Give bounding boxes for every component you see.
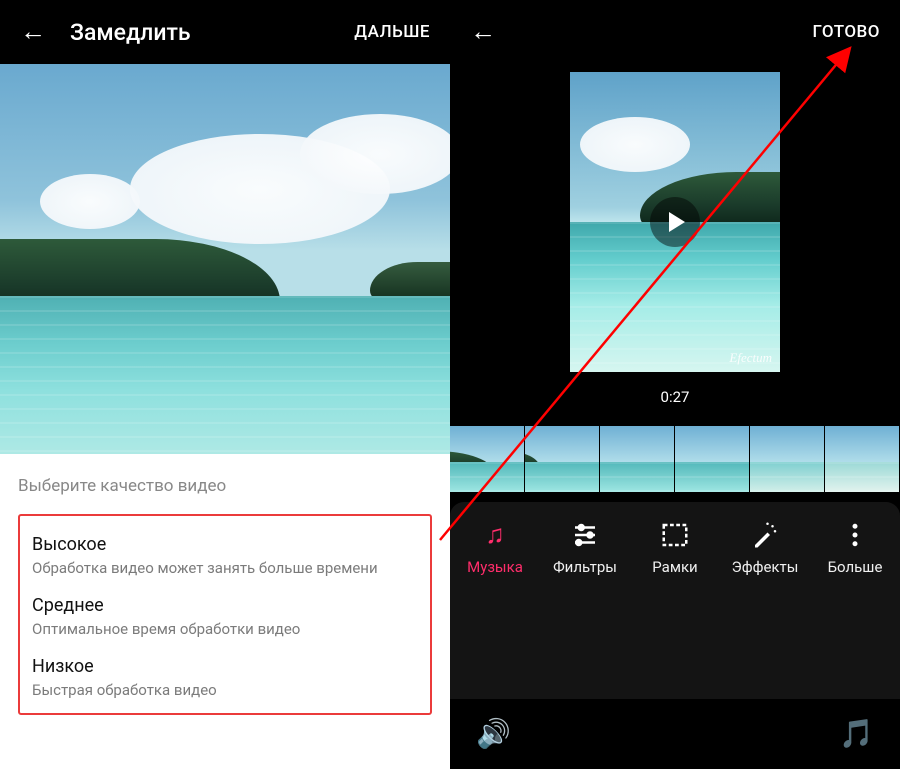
magic-wand-icon [750, 520, 780, 550]
quality-subtitle: Обработка видео может занять больше врем… [32, 559, 418, 577]
quality-header-label: Выберите качество видео [18, 476, 432, 496]
timeline-frame[interactable] [450, 426, 525, 492]
video-preview-small[interactable]: Efectum [570, 72, 780, 372]
quality-subtitle: Быстрая обработка видео [32, 681, 418, 699]
quality-selection-screen: ← Замедлить ДАЛЬШЕ Выберите качество вид… [0, 0, 450, 769]
quality-option-medium[interactable]: Среднее Оптимальное время обработки виде… [30, 581, 420, 642]
more-vertical-icon [840, 520, 870, 550]
volume-icon[interactable]: 🔊 [476, 719, 511, 749]
quality-options-highlight: Высокое Обработка видео может занять бол… [18, 514, 432, 715]
quality-title: Среднее [32, 595, 418, 616]
tool-music[interactable]: ♫ Музыка [457, 520, 533, 689]
right-header: ← ГОТОВО [450, 0, 900, 64]
quality-subtitle: Оптимальное время обработки видео [32, 620, 418, 638]
quality-options-panel: Выберите качество видео Высокое Обработк… [0, 454, 450, 715]
tool-frames[interactable]: Рамки [637, 520, 713, 689]
tool-label: Эффекты [732, 558, 799, 576]
timeline-frame[interactable] [600, 426, 675, 492]
back-arrow-icon[interactable]: ← [470, 19, 496, 45]
tool-label: Музыка [467, 558, 523, 576]
video-duration: 0:27 [661, 388, 690, 406]
timeline-frame[interactable] [675, 426, 750, 492]
tool-label: Рамки [652, 558, 697, 576]
tool-effects[interactable]: Эффекты [727, 520, 803, 689]
music-note-icon[interactable]: 🎵 [839, 719, 874, 749]
frame-icon [660, 520, 690, 550]
back-arrow-icon[interactable]: ← [20, 19, 46, 45]
quality-option-high[interactable]: Высокое Обработка видео может занять бол… [30, 520, 420, 581]
sliders-icon [570, 520, 600, 550]
quality-title: Низкое [32, 656, 418, 677]
done-button[interactable]: ГОТОВО [812, 22, 880, 42]
bottom-action-bar: 🔊 🎵 [450, 699, 900, 769]
timeline-frame[interactable] [750, 426, 825, 492]
tool-more[interactable]: Больше [817, 520, 893, 689]
tool-label: Больше [828, 558, 883, 576]
editor-toolbar: ♫ Музыка Фильтры Рамки Эффекты [450, 502, 900, 699]
watermark-label: Efectum [729, 350, 772, 366]
screen-title: Замедлить [70, 19, 354, 46]
video-preview-large [0, 64, 450, 454]
next-button[interactable]: ДАЛЬШЕ [354, 22, 430, 42]
quality-option-low[interactable]: Низкое Быстрая обработка видео [30, 642, 420, 703]
timeline-frame[interactable] [525, 426, 600, 492]
music-icon: ♫ [480, 520, 510, 550]
quality-title: Высокое [32, 534, 418, 555]
tool-filters[interactable]: Фильтры [547, 520, 623, 689]
tool-label: Фильтры [553, 558, 617, 576]
play-icon[interactable] [650, 197, 700, 247]
video-preview-area: Efectum 0:27 [450, 64, 900, 426]
timeline-frame[interactable] [825, 426, 900, 492]
timeline-thumbnails[interactable] [450, 426, 900, 492]
left-header: ← Замедлить ДАЛЬШЕ [0, 0, 450, 64]
editor-screen: ← ГОТОВО Efectum 0:27 ♫ Музыка [450, 0, 900, 769]
